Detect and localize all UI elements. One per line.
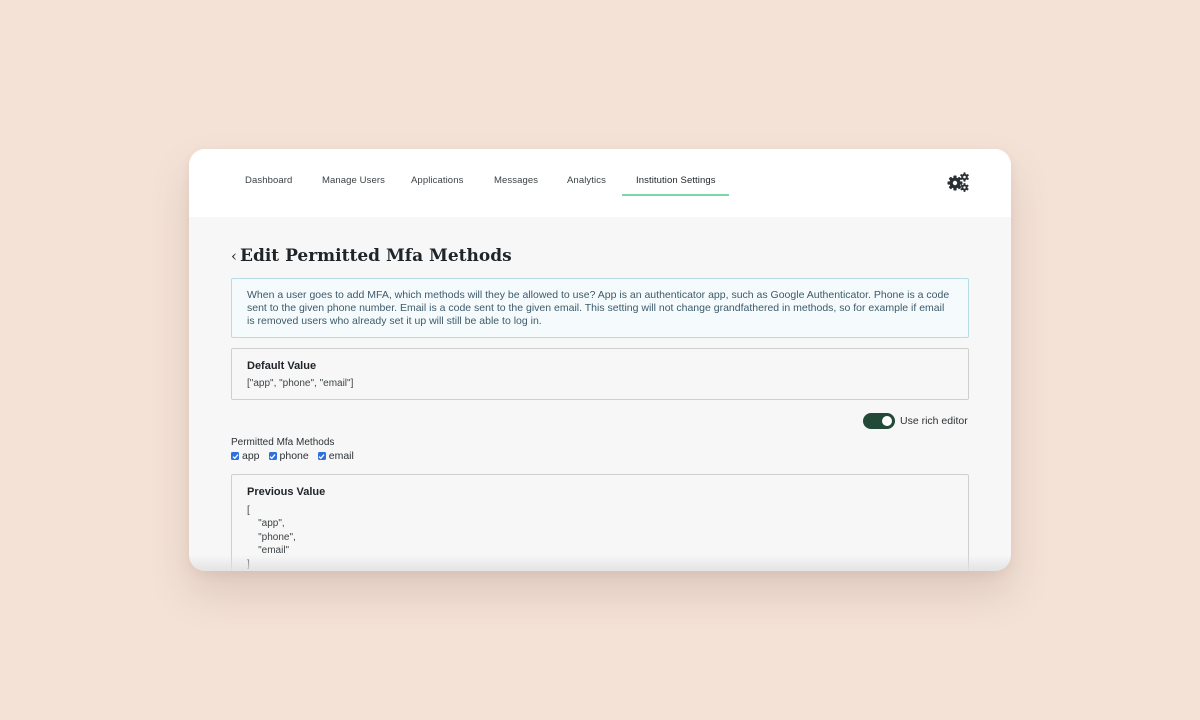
rich-editor-label: Use rich editor — [900, 415, 968, 427]
mfa-methods-label: Permitted Mfa Methods — [231, 437, 335, 448]
checkbox-checked-icon[interactable] — [268, 452, 277, 460]
default-value-text: ["app", "phone", "email"] — [247, 378, 354, 389]
mfa-methods-checkboxes: app phone email — [231, 450, 363, 462]
description-info-box: When a user goes to add MFA, which metho… — [231, 278, 969, 338]
checkbox-phone[interactable]: phone — [268, 450, 309, 462]
nav-item-institution-settings[interactable]: Institution Settings — [636, 175, 716, 186]
description-text: When a user goes to add MFA, which metho… — [247, 289, 950, 327]
nav-item-messages[interactable]: Messages — [494, 175, 538, 186]
scroll-fade — [189, 555, 1011, 571]
toggle-knob — [882, 416, 892, 426]
checkbox-phone-label: phone — [279, 450, 309, 462]
page-title: ‹ Edit Permitted Mfa Methods — [231, 246, 512, 266]
checkbox-email-label: email — [328, 450, 354, 462]
page-title-text: Edit Permitted Mfa Methods — [240, 246, 512, 266]
chevron-left-icon[interactable]: ‹ — [231, 247, 237, 265]
checkbox-email[interactable]: email — [317, 450, 354, 462]
top-navigation: Dashboard Manage Users Applications Mess… — [189, 149, 1011, 217]
nav-item-manage-users[interactable]: Manage Users — [322, 175, 385, 186]
nav-item-dashboard[interactable]: Dashboard — [245, 175, 292, 186]
nav-item-analytics[interactable]: Analytics — [567, 175, 606, 186]
rich-editor-toggle-group[interactable]: Use rich editor — [863, 413, 968, 429]
checkbox-checked-icon[interactable] — [231, 452, 239, 460]
nav-item-applications[interactable]: Applications — [411, 175, 463, 186]
app-window: Dashboard Manage Users Applications Mess… — [189, 149, 1011, 571]
checkbox-app[interactable]: app — [231, 450, 260, 462]
default-value-panel: Default Value ["app", "phone", "email"] — [231, 348, 969, 400]
rich-editor-toggle[interactable] — [863, 413, 895, 429]
gears-icon[interactable] — [946, 171, 970, 193]
default-value-title: Default Value — [247, 360, 317, 372]
checkbox-checked-icon[interactable] — [317, 452, 326, 460]
checkbox-app-label: app — [242, 450, 260, 462]
active-tab-indicator — [622, 194, 729, 196]
previous-value-title: Previous Value — [247, 486, 326, 498]
